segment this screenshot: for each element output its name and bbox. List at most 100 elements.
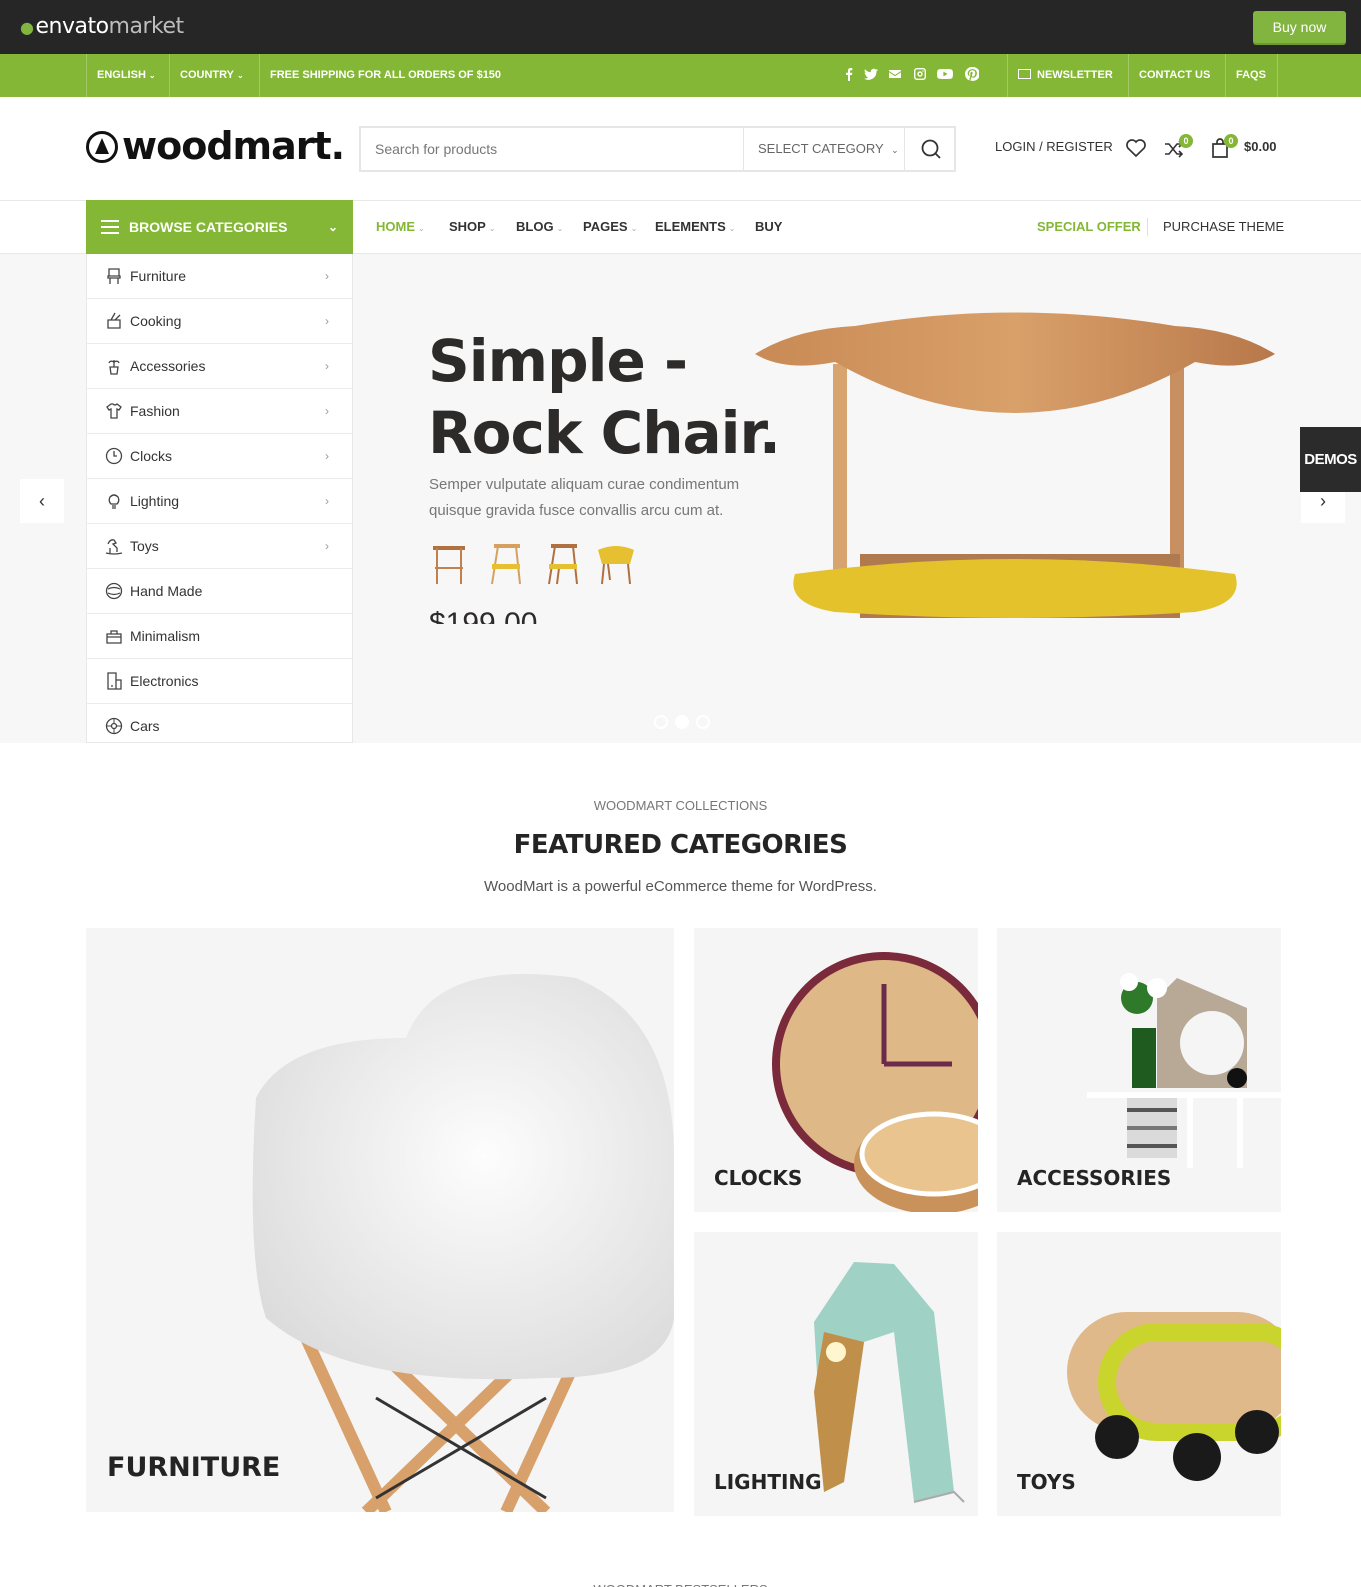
divider: [1225, 54, 1226, 97]
country-label: COUNTRY: [180, 69, 234, 81]
login-register-link[interactable]: LOGIN / REGISTER: [995, 137, 1113, 157]
category-name: LIGHTING: [714, 1470, 822, 1494]
sidebar-item-toys[interactable]: Toys ›: [87, 524, 352, 569]
clock-icon: [105, 447, 123, 465]
devices-icon: [107, 672, 122, 690]
nav-home[interactable]: HOME ⌄: [376, 200, 425, 254]
nav-blog[interactable]: BLOG ⌄: [516, 200, 563, 254]
category-card-clocks[interactable]: CLOCKS: [694, 928, 978, 1212]
category-card-lighting[interactable]: LIGHTING: [694, 1232, 978, 1516]
category-name: FURNITURE: [107, 1452, 281, 1483]
nav-pages[interactable]: PAGES ⌄: [583, 200, 637, 254]
heart-icon: [1126, 139, 1146, 158]
category-card-toys[interactable]: TOYS: [997, 1232, 1281, 1516]
nav-pages-label: PAGES: [583, 219, 628, 234]
sidebar-item-fashion[interactable]: Fashion ›: [87, 389, 352, 434]
hero-description: Semper vulputate aliquam curae condiment…: [429, 476, 740, 519]
nav-elements[interactable]: ELEMENTS ⌄: [655, 200, 736, 254]
sidebar-item-label: Cars: [130, 718, 160, 734]
sidebar-item-clocks[interactable]: Clocks ›: [87, 434, 352, 479]
search-button[interactable]: [904, 128, 956, 170]
section-subtitle: WOODMART COLLECTIONS: [593, 798, 768, 813]
nav-home-label: HOME: [376, 219, 415, 234]
newsletter-link[interactable]: NEWSLETTER: [1018, 54, 1113, 97]
cart-button[interactable]: 0: [1210, 134, 1238, 164]
compare-button[interactable]: 0: [1163, 134, 1193, 164]
sidebar-item-accessories[interactable]: Accessories ›: [87, 344, 352, 389]
envato-logo[interactable]: ●envatomarket: [20, 14, 184, 39]
search-input[interactable]: Search for products: [375, 128, 497, 170]
slider-dot[interactable]: [654, 715, 668, 729]
buy-now-button[interactable]: Buy now: [1253, 11, 1346, 43]
toy-car-image: [1067, 1312, 1281, 1481]
sidebar-item-lighting[interactable]: Lighting ›: [87, 479, 352, 524]
chair-image: [755, 312, 1275, 618]
wheel-icon: [105, 717, 123, 735]
email-icon[interactable]: [888, 67, 902, 83]
chevron-down-icon: ⌄: [556, 224, 564, 233]
purchase-theme-link[interactable]: PURCHASE THEME: [1163, 200, 1284, 254]
lamp-image: [814, 1262, 965, 1503]
category-card-accessories[interactable]: ACCESSORIES: [997, 928, 1281, 1212]
language-selector[interactable]: ENGLISH ⌄: [97, 54, 156, 97]
demos-button[interactable]: DEMOS: [1300, 427, 1361, 492]
wishlist-button[interactable]: [1125, 138, 1147, 163]
chair-image: [252, 974, 674, 1512]
sidebar-item-furniture[interactable]: Furniture ›: [87, 254, 352, 299]
category-name: ACCESSORIES: [1017, 1166, 1172, 1190]
hamburger-icon: [101, 220, 119, 234]
shirt-icon: [106, 403, 122, 419]
browse-categories-button[interactable]: BROWSE CATEGORIES ⌄: [86, 200, 353, 254]
hero-title-line1: Simple -: [428, 327, 688, 395]
chevron-right-icon: ›: [325, 404, 329, 418]
category-name: CLOCKS: [714, 1166, 803, 1190]
sidebar-item-label: Cooking: [130, 313, 182, 329]
divider: [1128, 54, 1129, 97]
sidebar-item-label: Toys: [130, 538, 159, 554]
hero-title: Simple - Rock Chair.: [428, 325, 781, 469]
accessories-image: [1087, 973, 1281, 1168]
chevron-down-icon: ⌄: [418, 224, 425, 233]
slider-dot[interactable]: [696, 715, 710, 729]
facebook-icon[interactable]: [842, 67, 856, 83]
logo-text: woodmart.: [122, 124, 345, 168]
chair-thumbnail[interactable]: [429, 540, 469, 586]
pinterest-icon[interactable]: [964, 66, 980, 83]
search-icon: [921, 139, 941, 159]
chevron-right-icon: ›: [325, 494, 329, 508]
twitter-icon[interactable]: [864, 67, 878, 83]
nav-shop[interactable]: SHOP ⌄: [449, 200, 496, 254]
cart-total[interactable]: $0.00: [1244, 137, 1277, 157]
chair-thumbnail[interactable]: [486, 540, 526, 586]
youtube-icon[interactable]: [937, 67, 955, 83]
faqs-link[interactable]: FAQS: [1236, 54, 1266, 97]
sidebar-item-label: Furniture: [130, 268, 187, 284]
section-description: WoodMart is a powerful eCommerce theme f…: [484, 878, 877, 895]
slider-dot-active[interactable]: [675, 715, 689, 729]
special-offer-link[interactable]: SPECIAL OFFER: [1037, 200, 1141, 254]
search-form: Search for products SELECT CATEGORY ⌄: [359, 126, 956, 172]
sidebar-item-cooking[interactable]: Cooking ›: [87, 299, 352, 344]
nav-buy[interactable]: BUY: [755, 200, 782, 254]
chevron-right-icon: ›: [325, 269, 329, 283]
country-selector[interactable]: COUNTRY ⌄: [180, 54, 244, 97]
category-select[interactable]: SELECT CATEGORY ⌄: [743, 128, 904, 170]
top-bar: ENGLISH ⌄ COUNTRY ⌄ FREE SHIPPING FOR ALL …: [0, 54, 1361, 97]
envato-logo-sub: market: [108, 14, 185, 39]
sidebar-item-minimalism[interactable]: Minimalism: [87, 614, 352, 659]
instagram-icon[interactable]: [913, 67, 927, 83]
sidebar-item-cars[interactable]: Cars: [87, 704, 352, 749]
chair-thumbnail[interactable]: [543, 540, 583, 586]
sidebar-item-electronics[interactable]: Electronics: [87, 659, 352, 704]
sidebar-item-hand-made[interactable]: Hand Made: [87, 569, 352, 614]
contact-us-link[interactable]: CONTACT US: [1139, 54, 1210, 97]
yarn-icon: [105, 582, 123, 600]
cooking-icon: [107, 312, 121, 329]
chair-thumbnail[interactable]: [596, 540, 636, 586]
nav-shop-label: SHOP: [449, 219, 486, 234]
divider: [1007, 54, 1008, 97]
tree-logo-icon: [86, 131, 118, 163]
sidebar-item-label: Clocks: [130, 448, 173, 464]
slider-prev-button[interactable]: ‹: [20, 479, 64, 523]
category-card-furniture[interactable]: FURNITURE: [86, 928, 674, 1512]
